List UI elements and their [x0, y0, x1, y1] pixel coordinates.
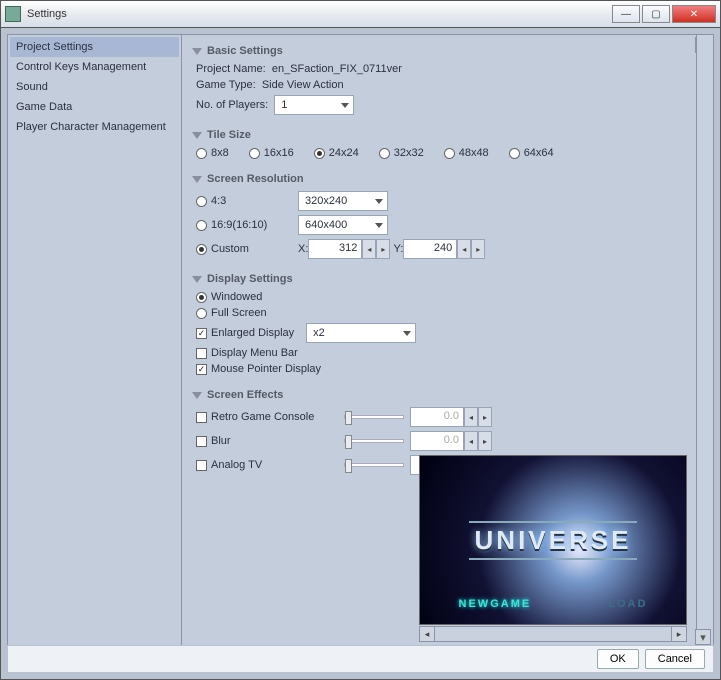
- section-heading: Screen Resolution: [207, 173, 304, 185]
- section-heading: Tile Size: [207, 129, 251, 141]
- section-display-settings: Display Settings Windowed Full Screen En…: [192, 273, 703, 375]
- effect-analog-slider[interactable]: [344, 463, 404, 467]
- y-label: Y:: [393, 243, 403, 255]
- spin-left-icon[interactable]: ◂: [464, 431, 478, 451]
- maximize-button[interactable]: ▢: [642, 5, 670, 23]
- chevron-down-icon: [375, 199, 383, 204]
- scroll-left-icon[interactable]: ◂: [419, 626, 435, 642]
- cancel-button[interactable]: Cancel: [645, 649, 705, 669]
- dialog-footer: OK Cancel: [7, 645, 714, 673]
- minimize-button[interactable]: —: [612, 5, 640, 23]
- close-button[interactable]: ✕: [672, 5, 716, 23]
- effect-blur-check[interactable]: Blur: [196, 435, 326, 447]
- sidebar-item-sound[interactable]: Sound: [10, 77, 179, 97]
- preview-load-label: LOAD: [608, 598, 647, 610]
- project-name-label: Project Name:: [196, 63, 266, 75]
- mouse-pointer-check[interactable]: Mouse Pointer Display: [196, 363, 321, 375]
- section-screen-resolution: Screen Resolution 4:3 320x240 16:9(16:10…: [192, 173, 703, 259]
- scroll-down-button[interactable]: ▾: [695, 629, 711, 645]
- section-tile-size: Tile Size 8x8 16x16 24x24 32x32 48x48 64…: [192, 129, 703, 159]
- window-title: Settings: [27, 8, 610, 20]
- ratio-custom-radio[interactable]: Custom: [196, 243, 286, 255]
- tile-64x64-radio[interactable]: 64x64: [509, 147, 554, 159]
- preview-game-logo: UNIVERSE: [469, 521, 638, 560]
- custom-y-spinner[interactable]: 240◂▸: [403, 239, 485, 259]
- settings-sidebar: Project Settings Control Keys Management…: [7, 34, 182, 648]
- titlebar: Settings — ▢ ✕: [0, 0, 721, 28]
- spin-left-icon[interactable]: ◂: [362, 239, 376, 259]
- res-4-3-dropdown[interactable]: 320x240: [298, 191, 388, 211]
- effect-analog-check[interactable]: Analog TV: [196, 459, 326, 471]
- res-16-9-dropdown[interactable]: 640x400: [298, 215, 388, 235]
- spin-right-icon[interactable]: ▸: [471, 239, 485, 259]
- collapse-icon[interactable]: [192, 276, 202, 283]
- spin-right-icon[interactable]: ▸: [478, 407, 492, 427]
- collapse-icon[interactable]: [192, 176, 202, 183]
- sidebar-item-game-data[interactable]: Game Data: [10, 97, 179, 117]
- collapse-icon[interactable]: [192, 132, 202, 139]
- effect-blur-slider[interactable]: [344, 439, 404, 443]
- tile-48x48-radio[interactable]: 48x48: [444, 147, 489, 159]
- chevron-down-icon: [403, 331, 411, 336]
- tile-8x8-radio[interactable]: 8x8: [196, 147, 229, 159]
- chevron-down-icon: [375, 223, 383, 228]
- enlarged-display-dropdown[interactable]: x2: [306, 323, 416, 343]
- game-type-label: Game Type:: [196, 79, 256, 91]
- main-panel: ▴ Basic Settings Project Name: en_SFacti…: [182, 34, 714, 648]
- custom-x-spinner[interactable]: 312◂▸: [308, 239, 390, 259]
- spin-right-icon[interactable]: ▸: [478, 431, 492, 451]
- display-menu-bar-check[interactable]: Display Menu Bar: [196, 347, 298, 359]
- x-label: X:: [298, 243, 308, 255]
- sidebar-item-control-keys[interactable]: Control Keys Management: [10, 57, 179, 77]
- tile-16x16-radio[interactable]: 16x16: [249, 147, 294, 159]
- enlarged-display-check[interactable]: Enlarged Display: [196, 327, 294, 339]
- num-players-label: No. of Players:: [196, 99, 268, 111]
- collapse-icon[interactable]: [192, 392, 202, 399]
- preview-newgame-label: NEWGAME: [459, 598, 532, 610]
- scroll-right-icon[interactable]: ▸: [671, 626, 687, 642]
- num-players-dropdown[interactable]: 1: [274, 95, 354, 115]
- spin-right-icon[interactable]: ▸: [376, 239, 390, 259]
- spin-left-icon[interactable]: ◂: [464, 407, 478, 427]
- tile-24x24-radio[interactable]: 24x24: [314, 147, 359, 159]
- sidebar-item-project-settings[interactable]: Project Settings: [10, 37, 179, 57]
- sidebar-item-player-character[interactable]: Player Character Management: [10, 117, 179, 137]
- section-heading: Basic Settings: [207, 45, 283, 57]
- section-heading: Display Settings: [207, 273, 293, 285]
- tile-32x32-radio[interactable]: 32x32: [379, 147, 424, 159]
- preview-image: UNIVERSE NEWGAME LOAD: [419, 455, 687, 625]
- game-type-value: Side View Action: [262, 79, 344, 91]
- preview-panel: UNIVERSE NEWGAME LOAD ◂▸ title 100%: [419, 455, 687, 648]
- chevron-down-icon: [341, 103, 349, 108]
- effect-retro-slider[interactable]: [344, 415, 404, 419]
- ok-button[interactable]: OK: [597, 649, 639, 669]
- effect-retro-spinner[interactable]: 0.0◂▸: [410, 407, 492, 427]
- vertical-scrollbar[interactable]: [696, 35, 714, 647]
- collapse-icon[interactable]: [192, 48, 202, 55]
- section-heading: Screen Effects: [207, 389, 283, 401]
- app-icon: [5, 6, 21, 22]
- windowed-radio[interactable]: Windowed: [196, 291, 262, 303]
- project-name-value: en_SFaction_FIX_0711ver: [272, 63, 402, 75]
- spin-left-icon[interactable]: ◂: [457, 239, 471, 259]
- effect-retro-check[interactable]: Retro Game Console: [196, 411, 326, 423]
- preview-hscrollbar[interactable]: ◂▸: [419, 625, 687, 643]
- fullscreen-radio[interactable]: Full Screen: [196, 307, 267, 319]
- ratio-16-9-radio[interactable]: 16:9(16:10): [196, 219, 286, 231]
- ratio-4-3-radio[interactable]: 4:3: [196, 195, 286, 207]
- effect-blur-spinner[interactable]: 0.0◂▸: [410, 431, 492, 451]
- section-basic: Basic Settings Project Name: en_SFaction…: [192, 45, 703, 115]
